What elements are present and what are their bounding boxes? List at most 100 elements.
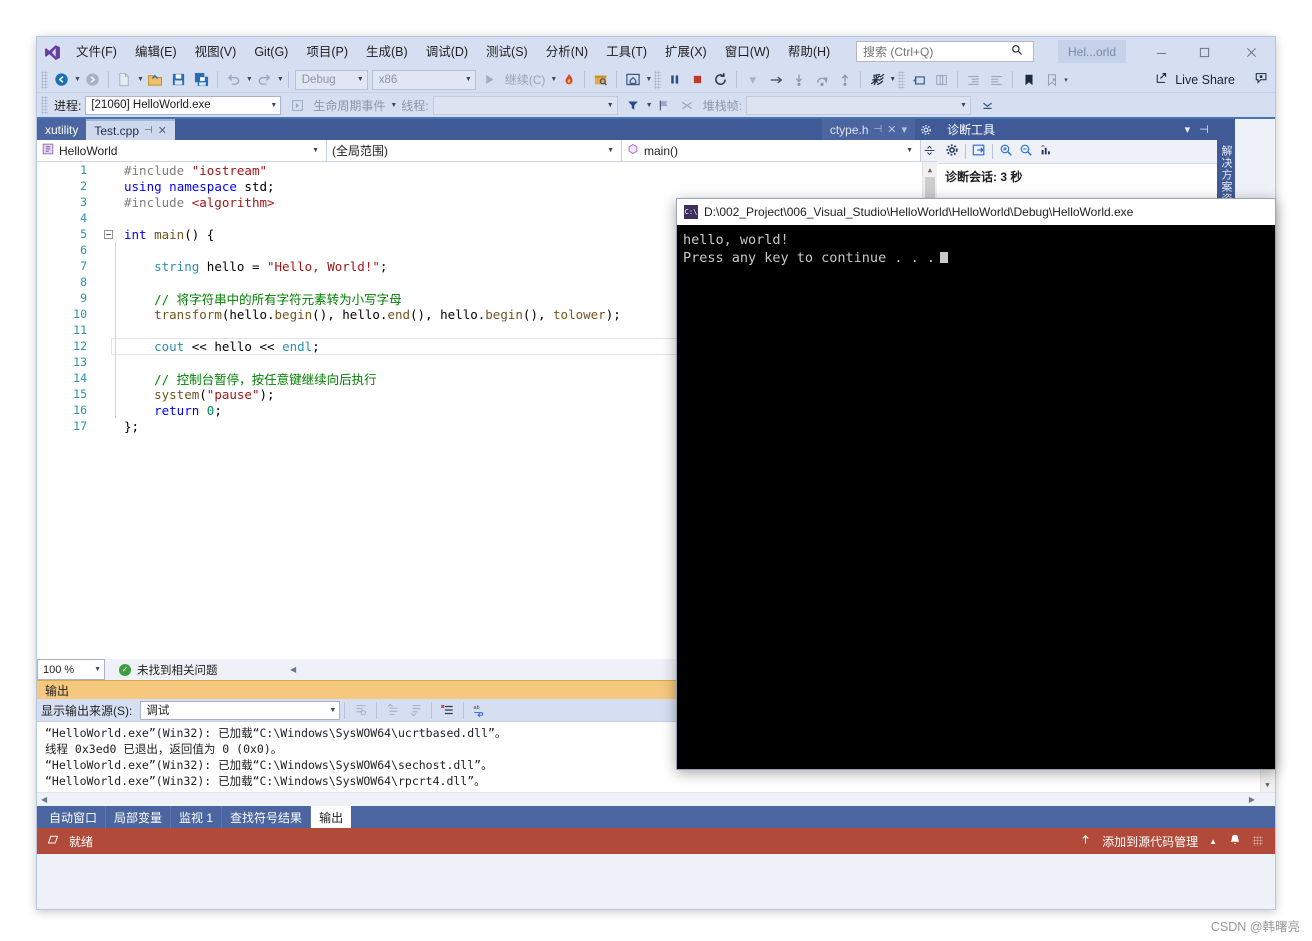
menu-project[interactable]: 项目(P) xyxy=(297,41,357,64)
zoom-out-icon[interactable] xyxy=(1019,143,1033,160)
platform-combo[interactable]: x86 ▼ xyxy=(372,70,476,90)
zoom-in-icon[interactable] xyxy=(999,143,1013,160)
undo-dropdown-icon[interactable]: ▼ xyxy=(246,76,253,83)
close-icon[interactable]: ✕ xyxy=(158,124,167,137)
continue-label[interactable]: 继续(C) xyxy=(501,71,550,88)
tab-output[interactable]: 输出 xyxy=(311,806,351,828)
live-share-button[interactable]: Live Share xyxy=(1155,71,1275,88)
menu-build[interactable]: 生成(B) xyxy=(357,41,417,64)
chevron-up-icon[interactable]: ▲ xyxy=(1209,837,1217,846)
chevron-down-icon[interactable]: ▾ xyxy=(901,123,907,136)
filter-icon[interactable] xyxy=(623,94,644,116)
menu-file[interactable]: 文件(F) xyxy=(67,41,126,64)
search-box[interactable] xyxy=(856,41,1034,62)
pause-icon[interactable] xyxy=(664,69,685,91)
lifecycle-events-icon[interactable] xyxy=(287,94,308,116)
upload-arrow-icon[interactable] xyxy=(1080,833,1091,849)
configuration-combo[interactable]: Debug ▼ xyxy=(295,70,368,90)
menu-analyze[interactable]: 分析(N) xyxy=(537,41,597,64)
step-home-dropdown-icon[interactable]: ▼ xyxy=(645,76,652,83)
restart-icon[interactable] xyxy=(710,69,731,91)
split-window-icon[interactable] xyxy=(921,140,937,161)
menu-view[interactable]: 视图(V) xyxy=(186,41,246,64)
close-icon[interactable]: ✕ xyxy=(887,123,896,136)
toolbar-grip[interactable] xyxy=(898,71,905,89)
project-scope-combo[interactable]: HelloWorld ▼ xyxy=(37,140,327,161)
pin-icon[interactable]: ⊣ xyxy=(1199,123,1209,136)
menu-window[interactable]: 窗口(W) xyxy=(716,41,779,64)
console-title-bar[interactable]: C:\ D:\002_Project\006_Visual_Studio\Hel… xyxy=(677,199,1275,225)
tab-autos[interactable]: 自动窗口 xyxy=(41,806,106,828)
scroll-left-icon[interactable]: ◀ xyxy=(41,795,47,804)
output-source-combo[interactable]: 调试 ▼ xyxy=(140,701,340,720)
select-tools-icon[interactable] xyxy=(972,143,986,160)
scroll-right-icon[interactable]: ▶ xyxy=(1249,795,1255,804)
source-control-label[interactable]: 添加到源代码管理 xyxy=(1102,833,1198,850)
gear-icon[interactable] xyxy=(915,119,937,140)
output-horizontal-scrollbar[interactable]: ◀ ▶ xyxy=(37,792,1275,806)
attach-to-process-icon[interactable] xyxy=(590,69,611,91)
tab-xutility[interactable]: xutility xyxy=(37,119,86,140)
new-file-dropdown-icon[interactable]: ▼ xyxy=(137,76,144,83)
go-to-previous-icon[interactable] xyxy=(382,699,403,721)
menu-debug[interactable]: 调试(D) xyxy=(417,41,477,64)
search-input[interactable] xyxy=(861,44,1011,60)
close-button[interactable] xyxy=(1233,37,1269,67)
stop-debug-icon[interactable] xyxy=(687,69,708,91)
clear-all-icon[interactable] xyxy=(437,699,458,721)
redo-icon[interactable] xyxy=(254,69,275,91)
toolbar-grip[interactable] xyxy=(41,96,48,114)
overflow-chevron-icon[interactable] xyxy=(977,94,998,116)
indent-icon[interactable] xyxy=(963,69,984,91)
tab-watch-1[interactable]: 监视 1 xyxy=(171,806,222,828)
console-window[interactable]: C:\ D:\002_Project\006_Visual_Studio\Hel… xyxy=(676,198,1276,770)
menu-test[interactable]: 测试(S) xyxy=(477,41,537,64)
scroll-down-icon[interactable]: ▼ xyxy=(1260,777,1275,792)
code-line[interactable]: 2using namespace std; xyxy=(37,178,937,194)
menu-edit[interactable]: 编辑(E) xyxy=(126,41,186,64)
member-combo[interactable]: main() ▼ xyxy=(622,140,921,161)
il-dropdown-icon[interactable]: ▼ xyxy=(889,76,896,83)
open-file-icon[interactable] xyxy=(145,69,166,91)
filter-dropdown-icon[interactable]: ▼ xyxy=(646,102,653,109)
il-view-icon[interactable]: 彩 xyxy=(866,69,887,91)
redo-dropdown-icon[interactable]: ▼ xyxy=(277,76,284,83)
step-out-icon[interactable] xyxy=(834,69,855,91)
bookmark-icon[interactable] xyxy=(1018,69,1039,91)
maximize-button[interactable] xyxy=(1186,37,1222,67)
fold-collapse-icon[interactable] xyxy=(101,230,115,239)
continue-dropdown-icon[interactable]: ▼ xyxy=(550,76,557,83)
chevron-down-icon[interactable]: ▾ xyxy=(1185,123,1191,136)
comment-icon[interactable] xyxy=(908,69,929,91)
chart-icon[interactable] xyxy=(1039,143,1053,160)
thread-combo[interactable]: ▼ xyxy=(433,96,618,115)
gear-icon[interactable] xyxy=(945,143,959,160)
save-all-icon[interactable] xyxy=(191,69,212,91)
step-home-icon[interactable] xyxy=(622,69,643,91)
flag-icon[interactable] xyxy=(654,94,675,116)
tab-test-cpp[interactable]: Test.cpp ⊣ ✕ xyxy=(86,119,175,140)
code-line[interactable]: 1#include "iostream" xyxy=(37,162,937,178)
bookmark-next-icon[interactable] xyxy=(1041,69,1062,91)
lifecycle-label[interactable]: 生命周期事件 xyxy=(309,97,389,114)
chevron-down-icon[interactable]: ▾ xyxy=(742,69,763,91)
lifecycle-dropdown-icon[interactable]: ▼ xyxy=(390,102,397,109)
step-over-icon[interactable] xyxy=(811,69,832,91)
menu-git[interactable]: Git(G) xyxy=(245,41,297,64)
toolbar-overflow-icon[interactable]: ▾ xyxy=(1064,76,1068,84)
go-to-next-icon[interactable] xyxy=(405,699,426,721)
resize-grip[interactable] xyxy=(1253,836,1263,846)
stackframe-combo[interactable]: ▼ xyxy=(746,96,971,115)
bell-icon[interactable] xyxy=(1228,833,1242,850)
hot-reload-icon[interactable] xyxy=(558,69,579,91)
tab-ctype-h[interactable]: ctype.h ⊣ ✕ ▾ xyxy=(822,119,915,140)
scope-combo[interactable]: (全局范围) ▼ xyxy=(327,140,622,161)
back-dropdown-icon[interactable]: ▼ xyxy=(74,76,81,83)
pin-icon[interactable]: ⊣ xyxy=(144,125,153,136)
pin-icon[interactable]: ⊣ xyxy=(874,124,883,135)
minimize-button[interactable] xyxy=(1143,37,1179,67)
show-next-statement-icon[interactable] xyxy=(765,69,786,91)
outdent-icon[interactable] xyxy=(986,69,1007,91)
step-into-icon[interactable] xyxy=(788,69,809,91)
scroll-left-icon[interactable]: ◀ xyxy=(290,665,296,674)
